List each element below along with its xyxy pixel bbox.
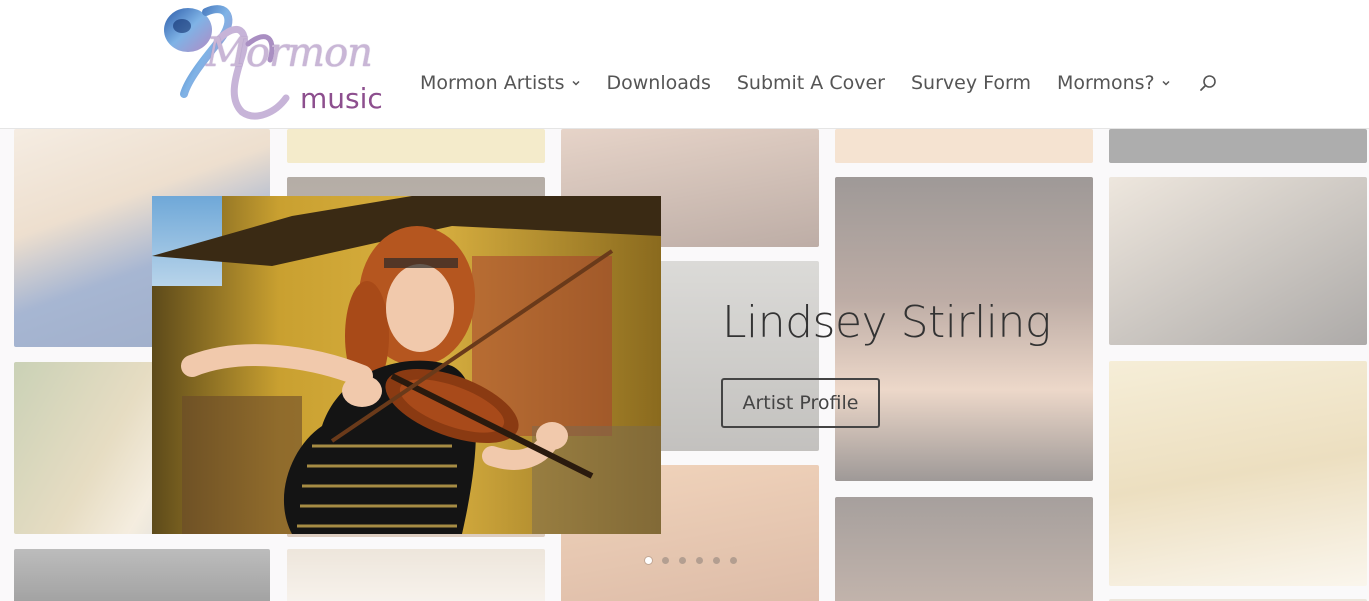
slide-title: Lindsey Stirling (722, 297, 1051, 348)
site-logo[interactable]: Mormon music (158, 0, 388, 126)
nav-item-submit-a-cover[interactable]: Submit A Cover (737, 72, 885, 94)
slider-pagination (645, 557, 747, 564)
slider-dot[interactable] (662, 557, 669, 564)
slider-dot[interactable] (679, 557, 686, 564)
nav-item-label: Downloads (606, 72, 711, 94)
chevron-down-icon (571, 80, 580, 86)
nav-item-mormon-artists[interactable]: Mormon Artists (420, 72, 581, 94)
site-header: Mormon music Mormon Artists Downloads Su… (0, 0, 1369, 129)
search-icon[interactable] (1199, 74, 1217, 92)
nav-item-survey-form[interactable]: Survey Form (911, 72, 1031, 94)
artist-profile-button[interactable]: Artist Profile (721, 378, 880, 428)
nav-item-label: Mormons? (1056, 72, 1155, 94)
logo-wordmark-secondary: music (300, 82, 383, 115)
logo-wordmark-primary: Mormon (206, 30, 373, 76)
slider-dot[interactable] (730, 557, 737, 564)
artist-feature-photo (152, 196, 661, 534)
nav-item-label: Submit A Cover (736, 72, 885, 94)
slider-dot[interactable] (645, 557, 652, 564)
nav-item-label: Survey Form (910, 72, 1031, 94)
slider-dot[interactable] (696, 557, 703, 564)
main-nav: Mormon Artists Downloads Submit A Cover … (420, 72, 1217, 94)
nav-item-label: Mormon Artists (420, 72, 565, 94)
hero-slider: Lindsey Stirling Artist Profile (0, 129, 1369, 601)
slider-dot[interactable] (713, 557, 720, 564)
chevron-down-icon (1162, 80, 1170, 86)
nav-item-mormons[interactable]: Mormons? (1057, 72, 1171, 94)
nav-item-downloads[interactable]: Downloads (607, 72, 711, 94)
